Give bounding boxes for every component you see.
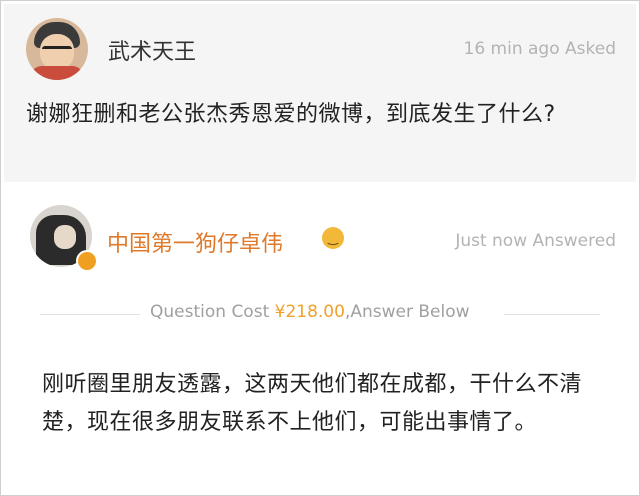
cost-price: ¥218.00 <box>274 302 345 322</box>
verified-badge-icon <box>76 250 98 272</box>
divider-right <box>504 314 600 315</box>
question-cost: Question Cost ¥218.00,Answer Below <box>150 302 470 322</box>
avatar-glasses <box>42 46 72 57</box>
asker-name[interactable]: 武术天王 <box>108 34 196 66</box>
cost-suffix: ,Answer Below <box>344 302 470 322</box>
avatar-hand <box>54 225 76 249</box>
avatar-shirt <box>30 66 84 80</box>
question-section <box>4 4 636 182</box>
cost-prefix: Question Cost <box>150 302 275 322</box>
asker-avatar[interactable] <box>26 18 88 80</box>
divider-left <box>40 314 140 315</box>
emoji-icon: ‿ <box>322 227 344 249</box>
answer-text: 刚听圈里朋友透露，这两天他们都在成都，干什么不清楚，现在很多朋友联系不上他们，可… <box>42 372 583 435</box>
answerer-name[interactable]: 中国第一狗仔卓伟 <box>107 226 283 258</box>
asked-time: 16 min ago Asked <box>463 39 617 59</box>
answered-time: Just now Answered <box>455 231 616 251</box>
question-text: 谢娜狂删和老公张杰秀恩爱的微博，到底发生了什么? <box>26 102 556 127</box>
